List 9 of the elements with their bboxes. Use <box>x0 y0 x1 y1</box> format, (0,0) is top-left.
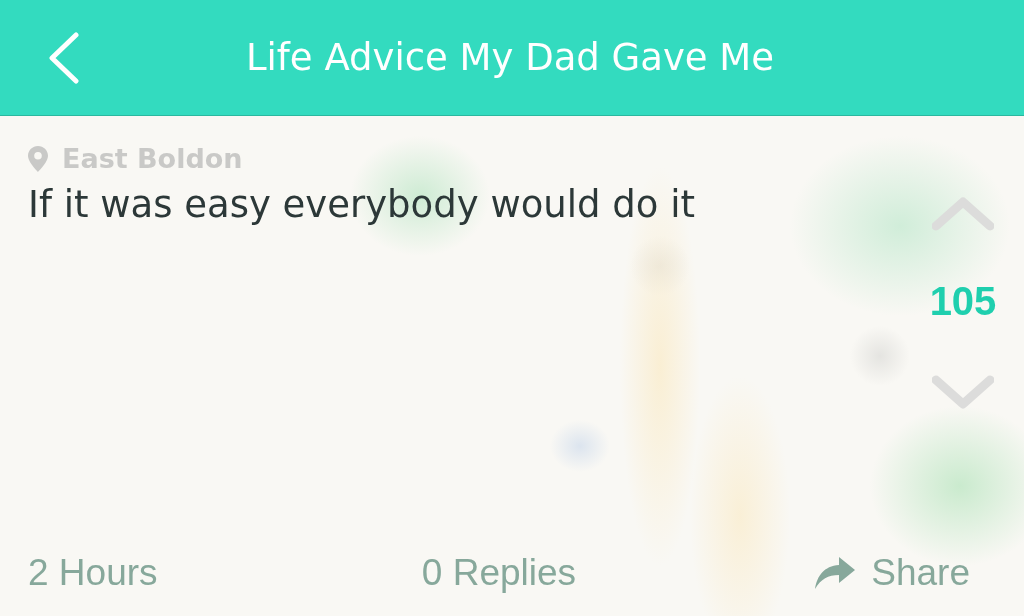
back-chevron-icon <box>48 31 80 84</box>
replies-count[interactable]: 0 Replies <box>421 551 577 595</box>
location-pin-icon <box>28 146 48 172</box>
share-arrow-icon <box>815 557 856 589</box>
share-button[interactable]: Share <box>815 551 970 595</box>
vote-score: 105 <box>929 278 997 324</box>
page-title: Life Advice My Dad Gave Me <box>245 34 775 81</box>
post-age: 2 Hours <box>28 551 158 595</box>
post-message: If it was easy everybody would do it <box>28 182 695 228</box>
